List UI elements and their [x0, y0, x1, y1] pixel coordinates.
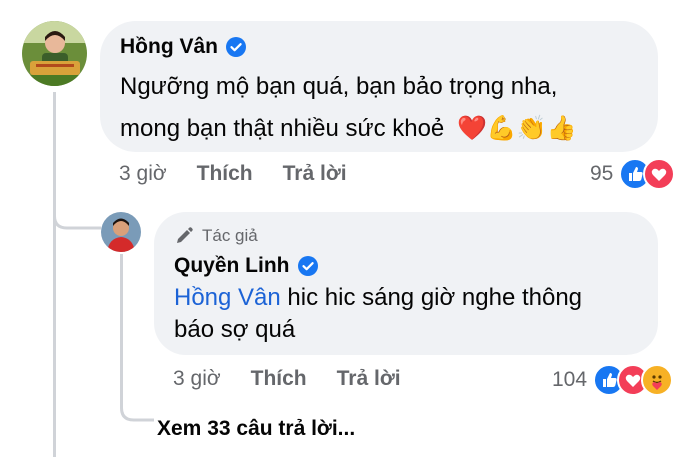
verified-badge-icon	[226, 37, 246, 57]
comment-text-line2-words: mong bạn thật nhiều sức khoẻ	[120, 115, 445, 142]
reply-text-line1: Hồng Vân hic hic sáng giờ nghe thông	[174, 282, 582, 314]
reply-like-button[interactable]: Thích	[251, 367, 307, 391]
author-badge-label: Tác giả	[202, 226, 258, 245]
comment-reaction-count: 95	[590, 162, 614, 185]
reply-text-line1-rest: hic hic sáng giờ nghe thông	[280, 284, 583, 311]
reply-actions: 3 giờ Thích Trả lời	[173, 367, 401, 391]
comment-author-row: Hồng Vân	[120, 35, 246, 59]
verified-badge-icon	[297, 256, 318, 276]
thread-curve-more	[120, 380, 154, 422]
comment-emojis: ❤️💪👏👍	[456, 115, 577, 142]
comment-actions: 3 giờ Thích Trả lời	[119, 162, 347, 186]
reply-reaction-count: 104	[552, 368, 588, 391]
author-badge: Tác giả	[174, 226, 258, 246]
love-icon	[643, 158, 676, 190]
reply-text-line2: báo sợ quá	[174, 316, 296, 343]
comment-reactions[interactable]: 95	[590, 158, 676, 190]
see-more-replies-link[interactable]: Xem 33 câu trả lời...	[157, 417, 355, 441]
comment-reaction-icons	[619, 158, 676, 190]
reply-author-row: Quyền Linh	[174, 254, 318, 278]
comment-text: Ngưỡng mộ bạn quá, bạn bảo trọng nha, mo…	[120, 66, 576, 150]
comment-reply-button[interactable]: Trả lời	[283, 162, 347, 186]
thread-line-main	[53, 92, 56, 457]
comment-timestamp[interactable]: 3 giờ	[119, 162, 167, 186]
comment-author-name[interactable]: Hồng Vân	[120, 35, 218, 59]
reply-reactions[interactable]: 104	[552, 364, 674, 396]
comment-text-line1: Ngưỡng mộ bạn quá, bạn bảo trọng nha,	[120, 73, 558, 100]
reply-reaction-icons	[593, 364, 674, 396]
comment-text-line2: mong bạn thật nhiều sức khoẻ ❤️💪👏👍	[120, 108, 576, 150]
reply-reply-button[interactable]: Trả lời	[337, 367, 401, 391]
reply-timestamp[interactable]: 3 giờ	[173, 367, 221, 391]
reply-text: Hồng Vân hic hic sáng giờ nghe thông báo…	[174, 282, 582, 346]
reply-author-name[interactable]: Quyền Linh	[174, 254, 290, 278]
reply-mention-link[interactable]: Hồng Vân	[174, 284, 281, 311]
reply-bubble: Tác giả Quyền Linh Hồng Vân hic hic sáng…	[154, 212, 658, 355]
pencil-icon	[177, 227, 193, 243]
avatar-hong-van[interactable]	[22, 21, 87, 86]
comment-bubble: Hồng Vân Ngưỡng mộ bạn quá, bạn bảo trọn…	[100, 21, 658, 152]
avatar-quyen-linh[interactable]	[101, 212, 141, 252]
comment-like-button[interactable]: Thích	[197, 162, 253, 186]
care-icon	[641, 364, 674, 396]
thread-curve-reply	[53, 190, 101, 230]
